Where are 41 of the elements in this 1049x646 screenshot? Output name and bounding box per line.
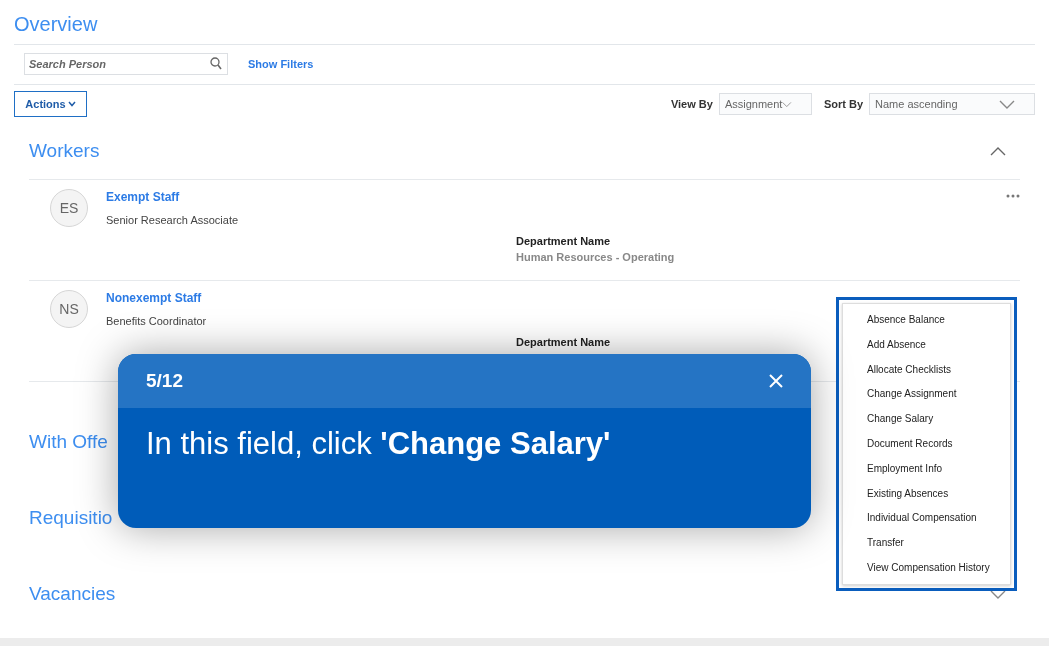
tour-message: In this field, click 'Change Salary': [145, 425, 612, 463]
page-title: Overview: [14, 12, 99, 37]
menu-item[interactable]: Individual Compensation: [843, 506, 1010, 532]
menu-item[interactable]: Change Salary: [843, 407, 1010, 432]
section-title: With Offe: [29, 431, 108, 453]
caret-icon: [67, 101, 76, 107]
step-counter: 5/12: [146, 370, 183, 392]
section-title: Vacancies: [29, 583, 116, 605]
menu-item[interactable]: Change Assignment: [843, 382, 1010, 408]
collapse-icon[interactable]: [990, 146, 1006, 156]
actions-button[interactable]: Actions: [14, 91, 87, 117]
worker-name-link[interactable]: Exempt Staff: [106, 190, 516, 204]
menu-item[interactable]: Employment Info: [843, 456, 1010, 482]
search-field[interactable]: Search Person: [24, 53, 228, 75]
section-title: Workers: [29, 140, 100, 162]
menu-item[interactable]: Document Records: [843, 432, 1010, 457]
more-icon[interactable]: [1006, 194, 1020, 198]
job-title: Benefits Coordinator: [106, 315, 208, 327]
menu-item[interactable]: Add Absence: [843, 332, 1010, 358]
menu-item[interactable]: View Compensation History: [843, 555, 1010, 581]
field-label: Department Name: [516, 336, 611, 348]
sort-by-dropdown[interactable]: Name ascending: [869, 93, 1035, 115]
field-value: Human Resources - Operating: [516, 251, 675, 263]
menu-item[interactable]: Absence Balance: [843, 308, 1010, 333]
avatar: ES: [50, 189, 88, 227]
caret-icon[interactable]: [999, 99, 1015, 109]
menu-item[interactable]: Allocate Checklists: [843, 357, 1010, 383]
job-title: Senior Research Associate: [106, 214, 240, 226]
view-by-label: View By: [670, 98, 713, 110]
show-filters-link[interactable]: Show Filters: [248, 58, 314, 70]
menu-item[interactable]: Existing Absences: [843, 481, 1010, 507]
menu-item[interactable]: Transfer: [843, 531, 1010, 556]
section-title: Requisitio: [29, 507, 113, 529]
expand-icon[interactable]: [990, 589, 1006, 599]
sort-by-label: Sort By: [823, 98, 863, 110]
close-icon[interactable]: [769, 374, 783, 388]
search-icon[interactable]: [210, 57, 222, 70]
avatar: NS: [50, 290, 88, 328]
view-by-dropdown[interactable]: Assignment: [718, 93, 812, 115]
field-label: Department Name: [516, 235, 612, 247]
worker-name-link[interactable]: Nonexempt Staff: [106, 291, 516, 305]
